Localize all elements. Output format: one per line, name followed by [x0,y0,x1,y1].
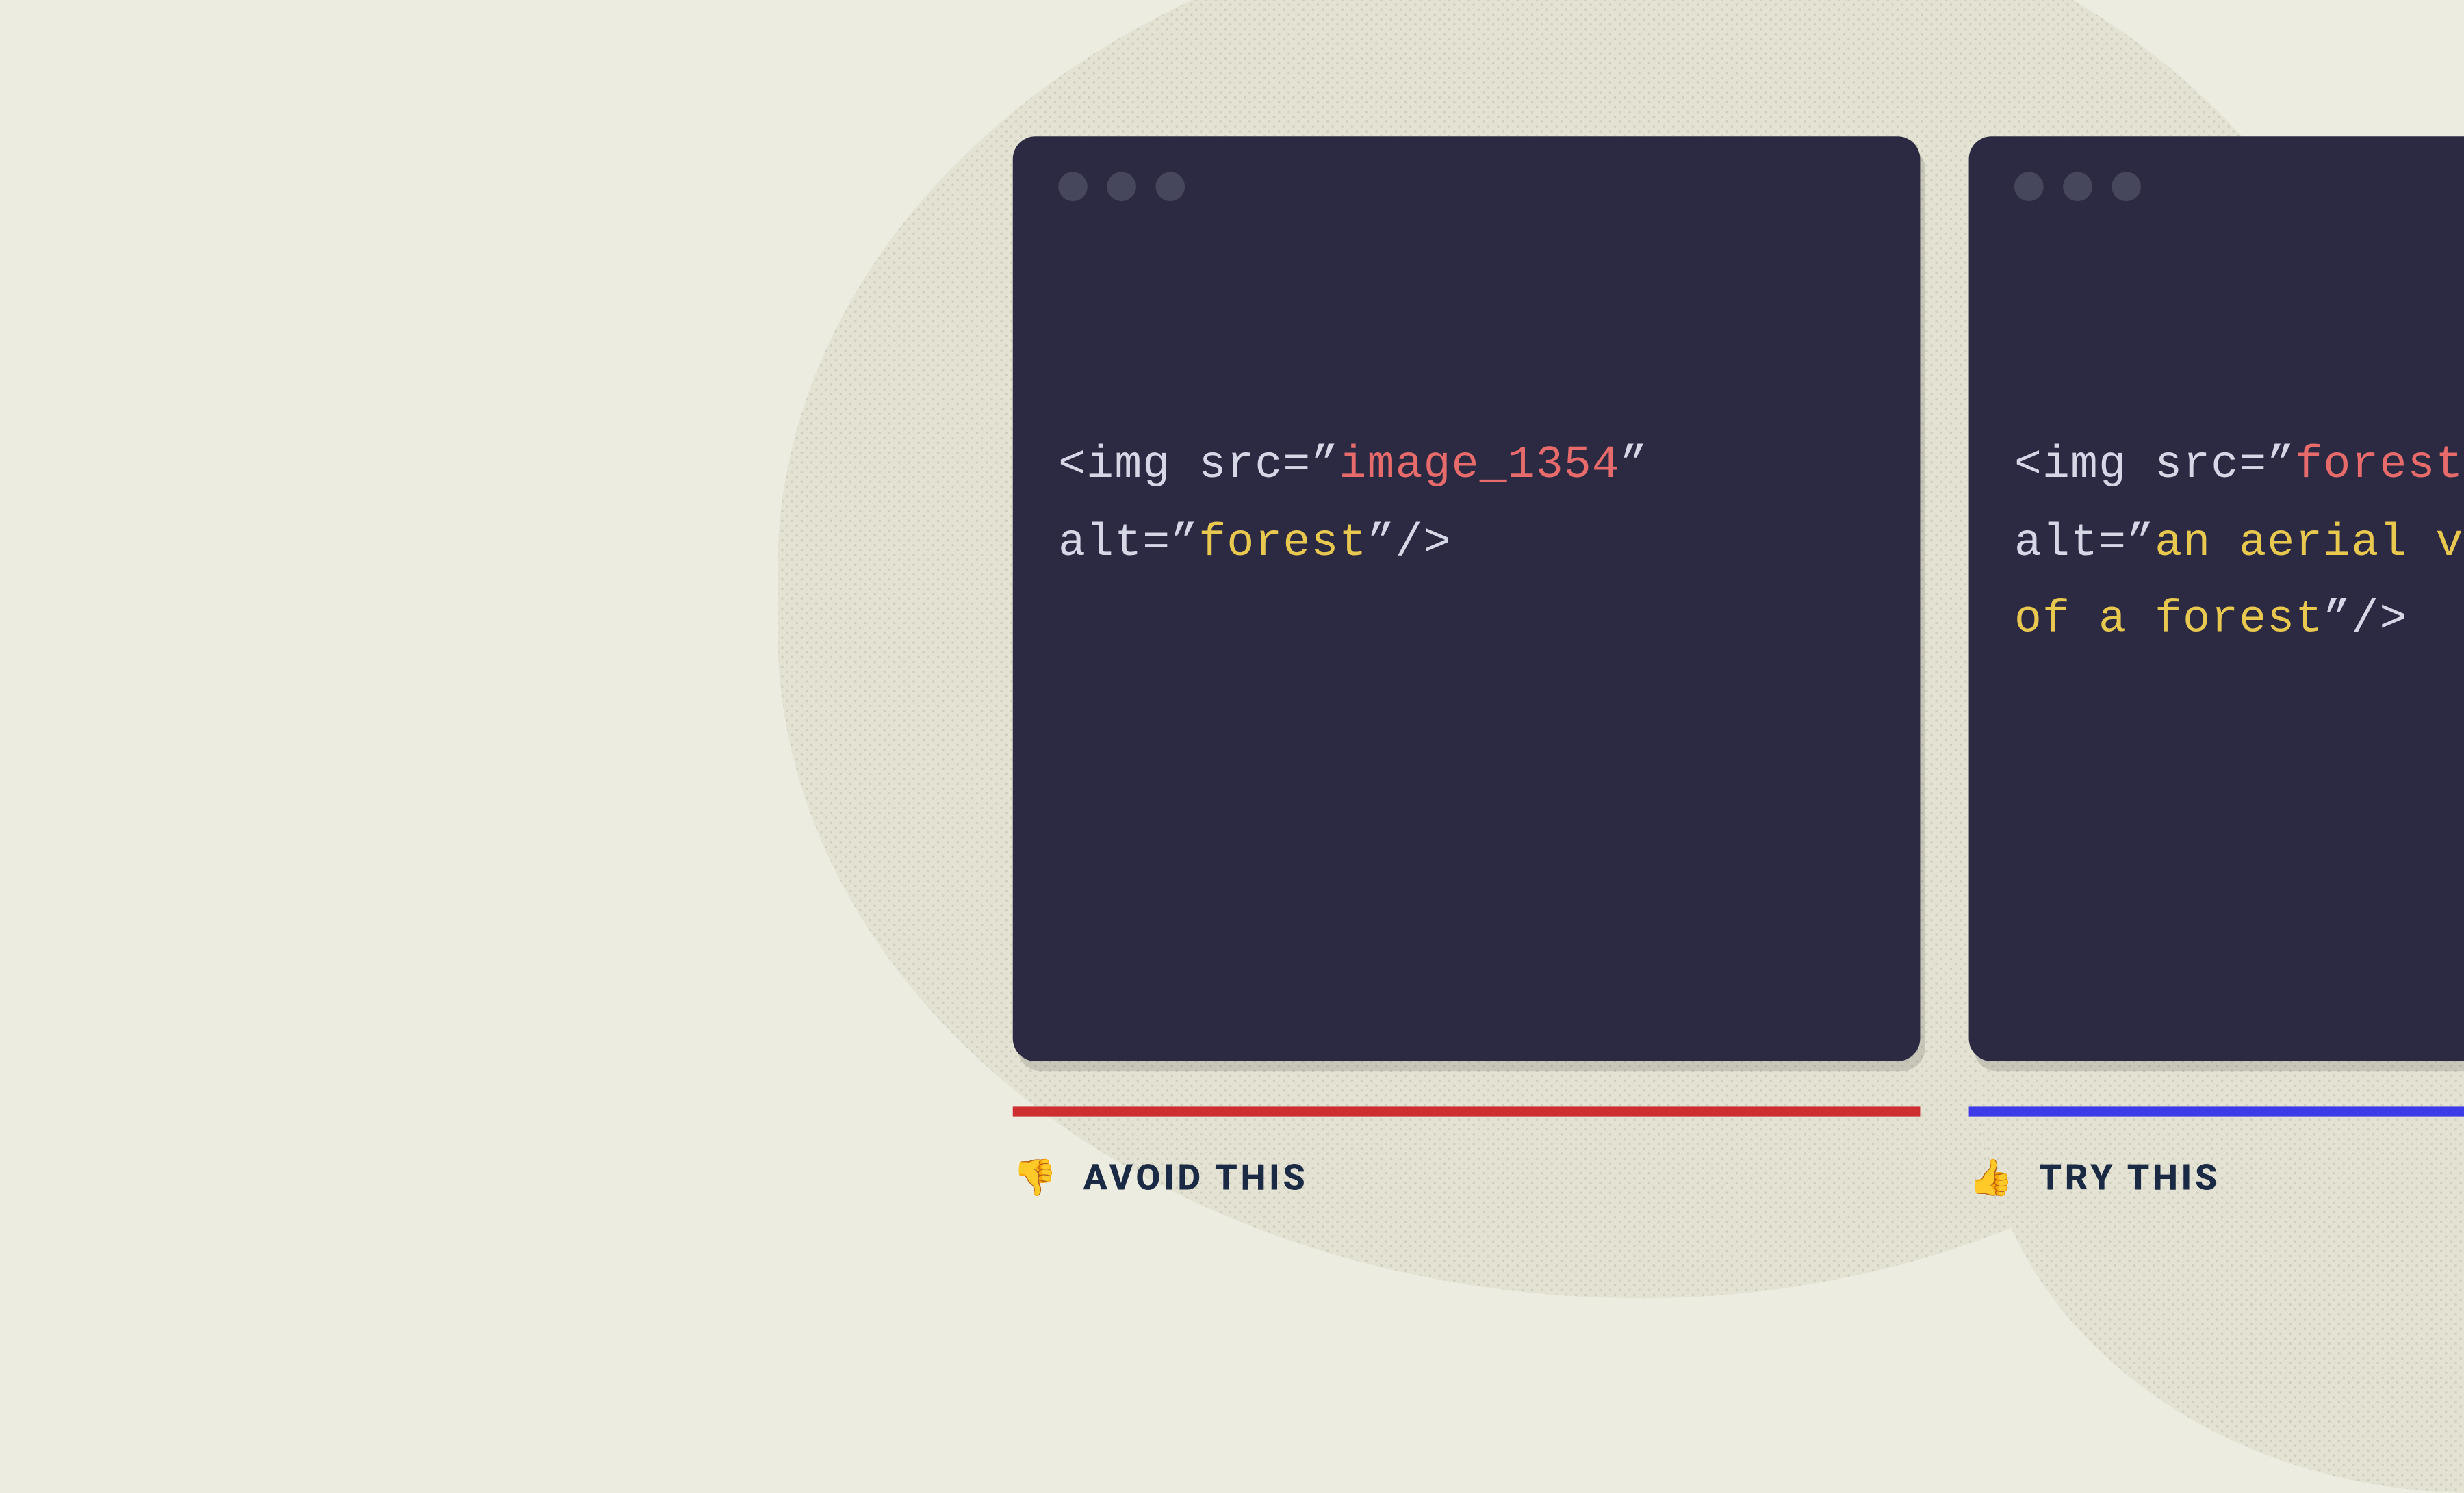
code-token: alt= [2014,519,2127,569]
traffic-dot [2014,172,2044,201]
traffic-dot [2063,172,2092,201]
code-token: alt= [1058,519,1170,569]
underline-red [1013,1106,1921,1116]
traffic-dot [1058,172,1088,201]
code-alt-value: forest [1198,519,1367,569]
code-src-value: image_1354 [1339,441,1620,492]
window-traffic-lights [1058,172,1875,201]
code-token: ” [1620,441,1648,492]
caption-avoid: 👎 AVOID THIS [1013,1158,1921,1199]
code-token: <img [2014,441,2127,492]
code-token: src= [2127,441,2267,492]
code-snippet-avoid: <img src=”image_1354”alt=”forest”/> [1058,428,1875,583]
code-token: ” [1170,519,1198,569]
try-column: <img src=”forest”alt=”an aerial viewof a… [1969,136,2464,1199]
code-card-avoid: <img src=”image_1354”alt=”forest”/> [1013,136,1921,1061]
code-card-try: <img src=”forest”alt=”an aerial viewof a… [1969,136,2464,1061]
code-token: /> [1396,519,1452,569]
caption-text: AVOID THIS [1083,1158,1309,1199]
caption-text: TRY THIS [2040,1158,2220,1199]
code-alt-value: an aerial view [2155,519,2464,569]
traffic-dot [2112,172,2141,201]
code-token: ” [2127,519,2155,569]
traffic-dot [1107,172,1136,201]
code-token: ” [1368,519,1396,569]
code-token: ” [2323,596,2351,647]
avoid-column: <img src=”image_1354”alt=”forest”/> 👎 AV… [1013,136,1921,1199]
thumbs-up-icon: 👍 [1969,1158,2017,1199]
comparison-graphic: <img src=”image_1354”alt=”forest”/> 👎 AV… [713,0,2464,1368]
code-token: ” [2267,441,2295,492]
code-src-value: forest [2295,441,2463,492]
code-token: /> [2351,596,2407,647]
caption-try: 👍 TRY THIS [1969,1158,2464,1199]
underline-blue [1969,1106,2464,1116]
code-token: <img [1058,441,1170,492]
traffic-dot [1155,172,1185,201]
code-token: ” [1311,441,1339,492]
thumbs-down-icon: 👎 [1013,1158,1061,1199]
code-token: src= [1170,441,1311,492]
code-snippet-try: <img src=”forest”alt=”an aerial viewof a… [2014,428,2464,660]
code-alt-value: of a forest [2014,596,2323,647]
window-traffic-lights [2014,172,2464,201]
